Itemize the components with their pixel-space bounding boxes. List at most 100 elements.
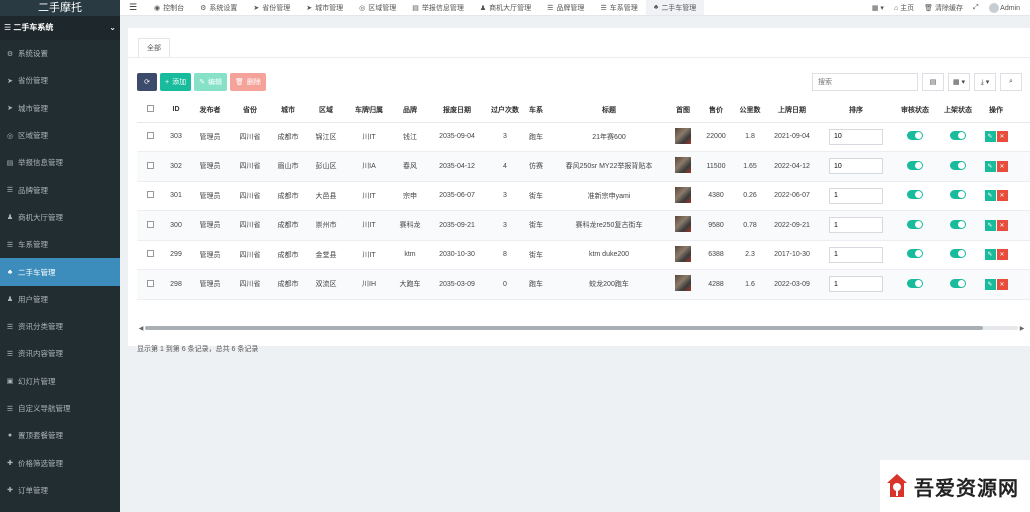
sort-input[interactable] <box>829 158 883 175</box>
row-delete-icon[interactable]: ✕ <box>996 278 1008 290</box>
row-checkbox[interactable] <box>146 220 154 228</box>
column-header[interactable]: 上架状态 <box>937 98 979 123</box>
select-all-checkbox[interactable] <box>146 105 154 113</box>
scroll-right-icon[interactable]: ▶ <box>1018 325 1026 332</box>
row-delete-icon[interactable]: ✕ <box>996 190 1008 202</box>
row-delete-icon[interactable]: ✕ <box>996 131 1008 143</box>
fullscreen-icon[interactable]: ⤢ <box>973 4 979 12</box>
user-menu[interactable]: Admin <box>988 3 1020 13</box>
column-header[interactable]: 标题 <box>549 98 669 123</box>
menu-toggle-icon[interactable]: ☰ <box>120 2 146 13</box>
thumbnail-image[interactable] <box>675 216 691 233</box>
delete-button[interactable]: 🗑 删除 <box>229 73 266 91</box>
audit-toggle[interactable] <box>907 190 923 200</box>
row-edit-icon[interactable]: ✎ <box>984 278 996 290</box>
top-tab[interactable]: ▤ 举报信息管理 <box>404 0 472 15</box>
top-tab[interactable]: ➤ 省份管理 <box>245 0 298 15</box>
row-edit-icon[interactable]: ✎ <box>984 249 996 261</box>
thumbnail-image[interactable] <box>675 157 691 174</box>
search-input[interactable] <box>812 73 918 91</box>
top-tab[interactable]: ➤ 城市管理 <box>298 0 351 15</box>
row-delete-icon[interactable]: ✕ <box>996 249 1008 261</box>
audit-toggle[interactable] <box>907 249 923 259</box>
top-tab[interactable]: ♟ 商机大厅管理 <box>472 0 539 15</box>
column-header[interactable]: 首图 <box>669 98 697 123</box>
sidebar-item[interactable]: ▤ 举报信息管理 <box>0 149 120 176</box>
column-header[interactable]: 审核状态 <box>893 98 937 123</box>
audit-toggle[interactable] <box>907 131 923 141</box>
column-header[interactable]: 品牌 <box>393 98 427 123</box>
column-header[interactable]: 排序 <box>819 98 893 123</box>
sidebar-item[interactable]: ☰ 资讯分类管理 <box>0 313 120 340</box>
export-dropdown-button[interactable]: ⤓ ▾ <box>974 73 996 91</box>
table-row[interactable]: 301 管理员 四川省 成都市 大邑县 川IT 宗申 2035-06-07 3 街车 准新宗申yam… <box>137 181 1030 211</box>
top-tab[interactable]: ☰ 车系管理 <box>592 0 645 15</box>
row-checkbox[interactable] <box>146 132 154 140</box>
row-checkbox[interactable] <box>146 279 154 287</box>
sidebar-item[interactable]: ● 置顶套餐管理 <box>0 422 120 449</box>
sidebar-item[interactable]: ♣ 二手车管理 <box>0 258 120 286</box>
sort-input[interactable] <box>829 276 883 293</box>
sidebar-item[interactable]: ➤ 省份管理 <box>0 67 120 94</box>
sidebar-item[interactable]: ☰ 车系管理 <box>0 231 120 258</box>
sidebar-item[interactable]: ✚ 价格筛选管理 <box>0 449 120 476</box>
row-checkbox[interactable] <box>146 250 154 258</box>
row-edit-icon[interactable]: ✎ <box>984 131 996 143</box>
column-header[interactable]: 售价 <box>697 98 735 123</box>
sidebar-item[interactable]: ⚙ 系统设置 <box>0 40 120 67</box>
add-button[interactable]: + 添加 <box>160 73 192 91</box>
row-delete-icon[interactable]: ✕ <box>996 219 1008 231</box>
row-edit-icon[interactable]: ✎ <box>984 219 996 231</box>
scroll-track[interactable] <box>145 326 1018 330</box>
sort-input[interactable] <box>829 217 883 234</box>
table-row[interactable]: 298 管理员 四川省 成都市 双流区 川IH 大跑车 2035-03-09 0 跑车 蛟龙200跑… <box>137 269 1030 300</box>
row-edit-icon[interactable]: ✎ <box>984 190 996 202</box>
audit-toggle[interactable] <box>907 278 923 288</box>
column-header[interactable]: 上牌日期 <box>765 98 819 123</box>
column-header[interactable]: 公里数 <box>735 98 765 123</box>
clear-cache-button[interactable]: 🗑 清除缓存 <box>924 3 963 13</box>
shelf-toggle[interactable] <box>950 219 966 229</box>
column-header[interactable]: 车牌归属 <box>345 98 393 123</box>
sidebar-item[interactable]: ♟ 用户管理 <box>0 286 120 313</box>
sidebar-item[interactable]: ♟ 商机大厅管理 <box>0 204 120 231</box>
top-tab[interactable]: ◎ 区域管理 <box>351 0 404 15</box>
shelf-toggle[interactable] <box>950 278 966 288</box>
sidebar-item[interactable]: ☰ 自定义导航管理 <box>0 395 120 422</box>
column-header[interactable]: 车系 <box>523 98 549 123</box>
thumbnail-image[interactable] <box>675 186 691 203</box>
toggle-view-button[interactable]: ▤ <box>922 73 944 91</box>
sidebar-item[interactable]: ▣ 幻灯片管理 <box>0 368 120 395</box>
sidebar-section-header[interactable]: ☰ 二手车系统 ⌄ <box>0 16 120 40</box>
scroll-left-icon[interactable]: ◀ <box>137 325 145 332</box>
row-checkbox[interactable] <box>146 161 154 169</box>
table-row[interactable]: 303 管理员 四川省 成都市 锦江区 川IT 钱江 2035-09-04 3 跑车 21年赛600… <box>137 122 1030 152</box>
layout-dropdown-button[interactable]: ▦ ▾ <box>872 4 884 12</box>
scroll-thumb[interactable] <box>145 326 984 330</box>
row-edit-icon[interactable]: ✎ <box>984 160 996 172</box>
table-row[interactable]: 300 管理员 四川省 成都市 崇州市 川IT 赛科龙 2035-09-21 3 街车 赛科龙re2… <box>137 210 1030 241</box>
table-row[interactable]: 302 管理员 四川省 眉山市 彭山区 川IA 春风 2035-04-12 4 仿赛 春风250sr… <box>137 151 1030 182</box>
audit-toggle[interactable] <box>907 160 923 170</box>
column-header[interactable]: 区域 <box>307 98 345 123</box>
brand-logo[interactable]: 二手摩托 <box>0 0 120 16</box>
top-tab[interactable]: ☰ 品牌管理 <box>539 0 592 15</box>
row-checkbox[interactable] <box>146 191 154 199</box>
table-row[interactable]: 299 管理员 四川省 成都市 金堂县 川IT ktm 2030-10-30 8 街车 ktm du… <box>137 240 1030 270</box>
column-header[interactable]: 省份 <box>231 98 269 123</box>
thumbnail-image[interactable] <box>675 275 691 292</box>
tab-all[interactable]: 全部 <box>138 38 170 57</box>
shelf-toggle[interactable] <box>950 190 966 200</box>
shelf-toggle[interactable] <box>950 249 966 259</box>
thumbnail-image[interactable] <box>675 245 691 262</box>
horizontal-scrollbar[interactable]: ◀ ▶ <box>137 324 1026 332</box>
top-tab[interactable]: ⚙ 系统设置 <box>192 0 245 15</box>
row-delete-icon[interactable]: ✕ <box>996 160 1008 172</box>
column-header[interactable]: 操作 <box>979 98 1013 123</box>
sidebar-item[interactable]: ➤ 城市管理 <box>0 95 120 122</box>
search-button[interactable]: ⌕ <box>1000 73 1022 91</box>
column-header[interactable]: 城市 <box>269 98 307 123</box>
audit-toggle[interactable] <box>907 219 923 229</box>
sidebar-item[interactable]: ☰ 资讯内容管理 <box>0 340 120 367</box>
top-tab[interactable]: ♣ 二手车管理 <box>645 0 705 15</box>
